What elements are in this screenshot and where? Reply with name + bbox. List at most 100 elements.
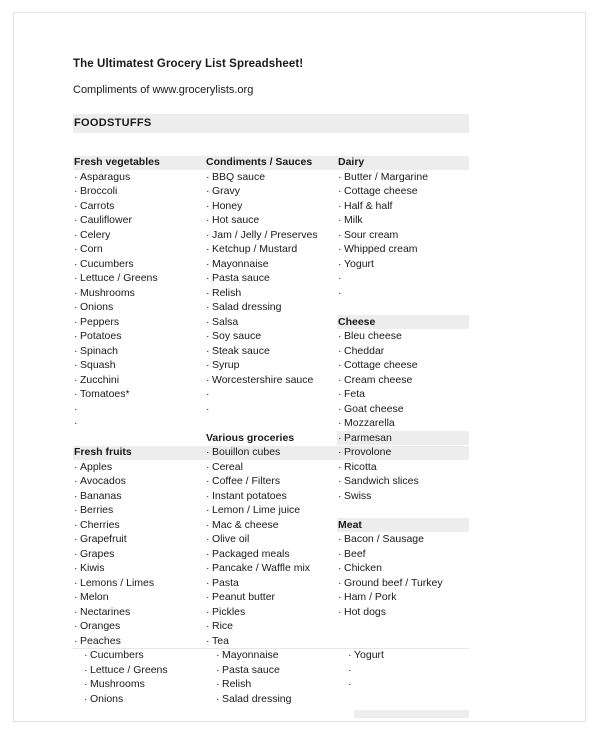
- list-item[interactable]: · Peaches: [73, 634, 205, 649]
- list-item[interactable]: · Worcestershire sauce: [205, 373, 337, 388]
- list-item[interactable]: · Apples: [73, 460, 205, 475]
- list-item[interactable]: · Olive oil: [205, 532, 337, 547]
- list-item[interactable]: · Carrots: [73, 199, 205, 214]
- list-item[interactable]: · Pasta sauce: [215, 663, 337, 678]
- list-item-empty[interactable]: ·: [347, 663, 469, 678]
- list-item[interactable]: · Mayonnaise: [205, 257, 337, 272]
- list-item[interactable]: · Mozzarella: [337, 416, 469, 431]
- list-item[interactable]: · Nectarines: [73, 605, 205, 620]
- list-item[interactable]: · Milk: [337, 213, 469, 228]
- list-item[interactable]: · Grapefruit: [73, 532, 205, 547]
- list-item[interactable]: · Relish: [215, 677, 337, 692]
- list-item-empty[interactable]: ·: [347, 677, 469, 692]
- list-item[interactable]: · Salsa: [205, 315, 337, 330]
- list-item[interactable]: · Ricotta: [337, 460, 469, 475]
- list-item[interactable]: · Sandwich slices: [337, 474, 469, 489]
- list-item[interactable]: · Chicken: [337, 561, 469, 576]
- list-item[interactable]: · Asparagus: [73, 170, 205, 185]
- list-item[interactable]: · BBQ sauce: [205, 170, 337, 185]
- list-item[interactable]: · Sour cream: [337, 228, 469, 243]
- list-item[interactable]: · Honey: [205, 199, 337, 214]
- list-item-empty[interactable]: ·: [73, 416, 205, 431]
- list-item[interactable]: · Mushrooms: [83, 677, 205, 692]
- list-item[interactable]: · Pasta: [205, 576, 337, 591]
- list-item[interactable]: · Kiwis: [73, 561, 205, 576]
- list-item[interactable]: · Provolone: [337, 445, 469, 460]
- list-item[interactable]: · Beef: [337, 547, 469, 562]
- list-item[interactable]: · Grapes: [73, 547, 205, 562]
- list-item[interactable]: · Cream cheese: [337, 373, 469, 388]
- list-item[interactable]: · Soy sauce: [205, 329, 337, 344]
- list-item[interactable]: · Cottage cheese: [337, 358, 469, 373]
- list-item[interactable]: · Potatoes: [73, 329, 205, 344]
- list-item[interactable]: · Squash: [73, 358, 205, 373]
- list-item[interactable]: · Mayonnaise: [215, 648, 337, 663]
- list-item[interactable]: · Feta: [337, 387, 469, 402]
- list-item[interactable]: · Butter / Margarine: [337, 170, 469, 185]
- list-item[interactable]: · Cucumbers: [73, 257, 205, 272]
- list-item[interactable]: · Cherries: [73, 518, 205, 533]
- list-item[interactable]: · Syrup: [205, 358, 337, 373]
- list-item[interactable]: · Instant potatoes: [205, 489, 337, 504]
- list-item[interactable]: · Jam / Jelly / Preserves: [205, 228, 337, 243]
- list-item[interactable]: · Bleu cheese: [337, 329, 469, 344]
- list-item[interactable]: · Tomatoes*: [73, 387, 205, 402]
- list-item[interactable]: · Ketchup / Mustard: [205, 242, 337, 257]
- list-item[interactable]: · Peppers: [73, 315, 205, 330]
- list-item[interactable]: · Hot dogs: [337, 605, 469, 620]
- list-item-empty[interactable]: ·: [337, 271, 469, 286]
- list-item[interactable]: · Gravy: [205, 184, 337, 199]
- list-item[interactable]: · Half & half: [337, 199, 469, 214]
- list-item[interactable]: · Ham / Pork: [337, 590, 469, 605]
- list-item[interactable]: · Hot sauce: [205, 213, 337, 228]
- list-item[interactable]: · Melon: [73, 590, 205, 605]
- list-item[interactable]: · Pickles: [205, 605, 337, 620]
- list-item[interactable]: · Cheddar: [337, 344, 469, 359]
- list-item[interactable]: · Ground beef / Turkey: [337, 576, 469, 591]
- list-item[interactable]: · Oranges: [73, 619, 205, 634]
- list-item[interactable]: · Spinach: [73, 344, 205, 359]
- list-item[interactable]: · Coffee / Filters: [205, 474, 337, 489]
- list-item[interactable]: · Packaged meals: [205, 547, 337, 562]
- list-item[interactable]: · Onions: [73, 300, 205, 315]
- list-item[interactable]: · Bananas: [73, 489, 205, 504]
- list-item[interactable]: · Yogurt: [337, 257, 469, 272]
- list-item[interactable]: · Cottage cheese: [337, 184, 469, 199]
- list-item[interactable]: · Cereal: [205, 460, 337, 475]
- list-item[interactable]: · Lemon / Lime juice: [205, 503, 337, 518]
- list-item[interactable]: · Lemons / Limes: [73, 576, 205, 591]
- list-item[interactable]: · Berries: [73, 503, 205, 518]
- list-item[interactable]: · Cucumbers: [83, 648, 205, 663]
- list-item-empty[interactable]: ·: [205, 402, 337, 417]
- list-item[interactable]: · Bouillon cubes: [205, 445, 337, 460]
- list-item-empty[interactable]: ·: [205, 387, 337, 402]
- list-item[interactable]: · Lettuce / Greens: [73, 271, 205, 286]
- list-item[interactable]: · Mushrooms: [73, 286, 205, 301]
- list-item[interactable]: · Salad dressing: [215, 692, 337, 707]
- list-item[interactable]: · Bacon / Sausage: [337, 532, 469, 547]
- list-item[interactable]: · Mac & cheese: [205, 518, 337, 533]
- list-item[interactable]: · Peanut butter: [205, 590, 337, 605]
- list-item[interactable]: · Yogurt: [347, 648, 469, 663]
- list-item[interactable]: · Celery: [73, 228, 205, 243]
- list-item[interactable]: · Lettuce / Greens: [83, 663, 205, 678]
- list-item[interactable]: · Onions: [83, 692, 205, 707]
- list-item[interactable]: · Avocados: [73, 474, 205, 489]
- list-item[interactable]: · Cauliflower: [73, 213, 205, 228]
- list-item[interactable]: · Steak sauce: [205, 344, 337, 359]
- list-item[interactable]: · Whipped cream: [337, 242, 469, 257]
- list-item[interactable]: · Corn: [73, 242, 205, 257]
- list-item[interactable]: · Zucchini: [73, 373, 205, 388]
- list-item[interactable]: · Pancake / Waffle mix: [205, 561, 337, 576]
- list-item[interactable]: · Tea: [205, 634, 337, 649]
- list-item[interactable]: · Pasta sauce: [205, 271, 337, 286]
- list-item-empty[interactable]: ·: [73, 402, 205, 417]
- list-item[interactable]: · Rice: [205, 619, 337, 634]
- list-item[interactable]: · Broccoli: [73, 184, 205, 199]
- list-item[interactable]: · Swiss: [337, 489, 469, 504]
- list-item-empty[interactable]: ·: [337, 286, 469, 301]
- list-item[interactable]: · Relish: [205, 286, 337, 301]
- list-item[interactable]: · Goat cheese: [337, 402, 469, 417]
- list-item[interactable]: · Salad dressing: [205, 300, 337, 315]
- list-item[interactable]: · Parmesan: [337, 431, 469, 446]
